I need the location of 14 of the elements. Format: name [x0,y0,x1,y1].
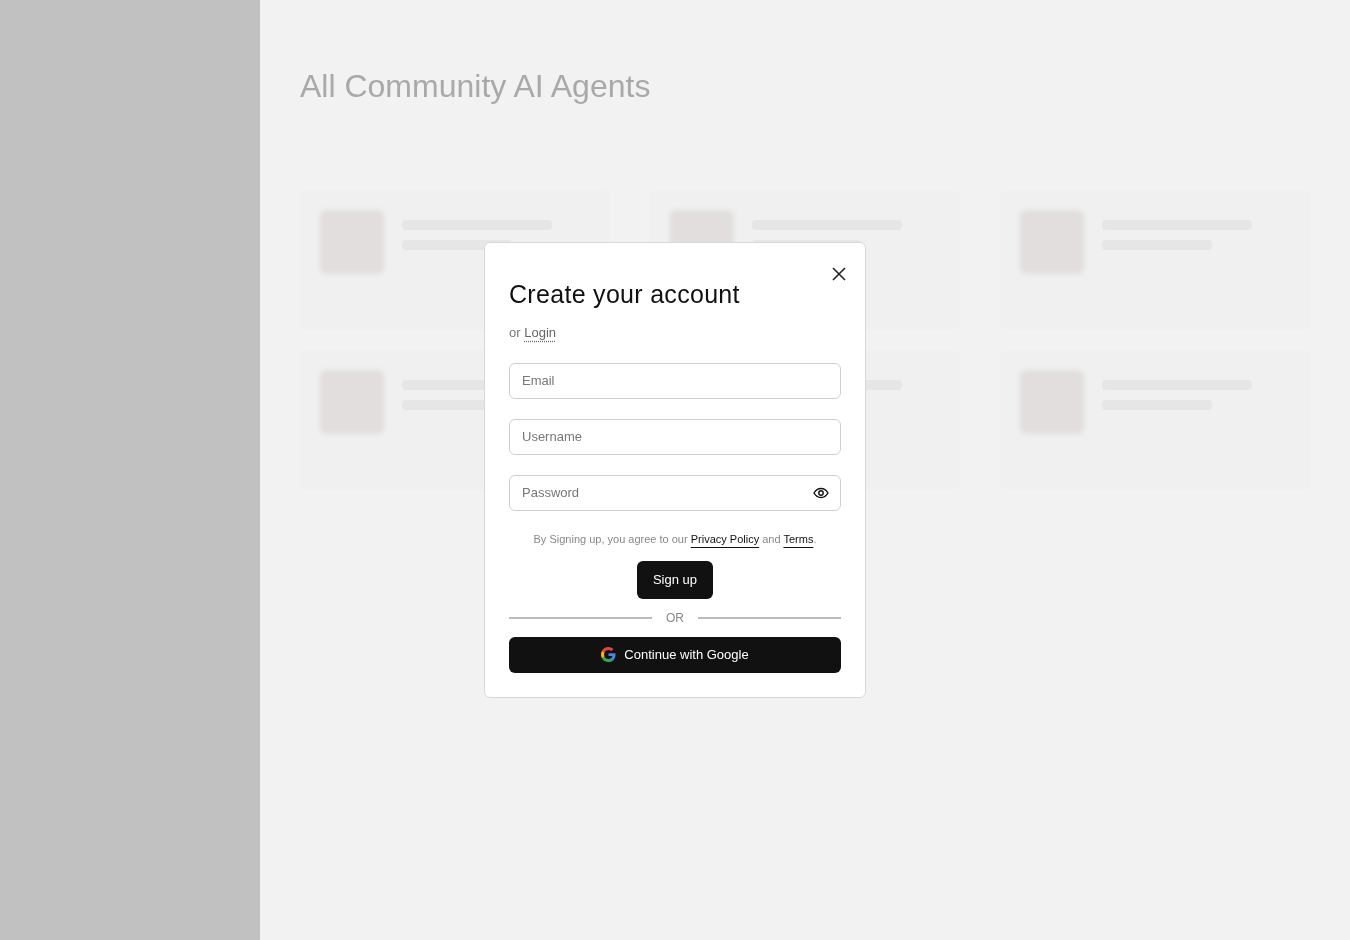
google-sign-in-button[interactable]: Continue with Google [509,636,841,673]
login-prompt-text: or [509,325,521,340]
dialog-title: Create your account [509,279,741,309]
login-link[interactable]: Login [524,325,556,340]
privacy-policy-link[interactable]: Privacy Policy [690,532,760,545]
password-field[interactable]: Password [509,474,841,511]
input-field[interactable]: Email [509,362,841,399]
terms-notice: By Signing up, you agree to our Privacy Policy and Terms. [532,531,818,547]
close-icon [831,265,847,282]
input-field[interactable]: Username [509,418,841,455]
page-heading: All Community AI Agents [300,67,652,106]
google-g-icon [601,647,617,662]
divider-label: OR [666,609,684,627]
sign-up-button[interactable]: Sign up [636,561,714,599]
